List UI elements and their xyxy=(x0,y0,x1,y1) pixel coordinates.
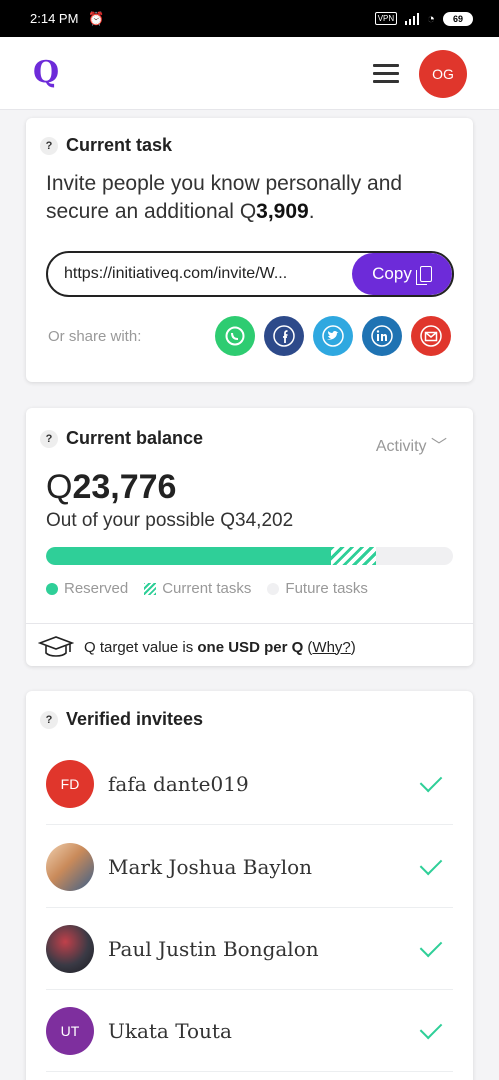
verified-invitees-heading: ? Verified invitees xyxy=(40,709,203,730)
legend-reserved: Reserved xyxy=(46,580,128,597)
invitee-row[interactable]: Paul Justin Bongalon xyxy=(46,908,453,990)
reserved-fill xyxy=(46,547,331,565)
status-bar: 2:14 PM ⏰ VPN ◔ 69 xyxy=(0,0,499,37)
legend-current-tasks: Current tasks xyxy=(144,580,251,597)
menu-icon[interactable] xyxy=(373,64,399,84)
invitee-avatar xyxy=(46,842,94,891)
battery-icon: 69 xyxy=(443,11,473,26)
verified-invitees-card: ? Verified invitees FD fafa dante019 Mar… xyxy=(26,691,473,1080)
current-balance-card: ? Current balance Activity ﹀ Q23,776 Out… xyxy=(26,408,473,666)
invite-link-field[interactable]: https://initiativeq.com/invite/W... Copy xyxy=(46,251,454,297)
check-icon xyxy=(419,769,443,792)
invitee-name: fafa dante019 xyxy=(108,771,249,796)
vpn-icon: VPN xyxy=(374,12,398,25)
current-task-heading: ? Current task xyxy=(40,135,172,156)
invitee-avatar: UT xyxy=(46,1006,94,1055)
progress-legend: Reserved Current tasks Future tasks xyxy=(46,580,368,597)
current-balance-title: Current balance xyxy=(66,428,204,448)
help-icon[interactable]: ? xyxy=(40,136,58,155)
task-amount: 3,909 xyxy=(256,200,309,223)
legend-future-tasks: Future tasks xyxy=(267,580,368,597)
invitee-row[interactable]: Mark Joshua Baylon xyxy=(46,826,453,908)
copy-button[interactable]: Copy xyxy=(352,253,452,295)
why-link[interactable]: Why? xyxy=(312,639,350,656)
app-header: Q OG xyxy=(0,37,499,110)
task-description: Invite people you know personally and se… xyxy=(46,172,403,223)
check-icon xyxy=(419,1016,443,1039)
help-icon[interactable]: ? xyxy=(40,429,58,448)
invitee-row[interactable]: FD fafa dante019 xyxy=(46,743,453,825)
current-tasks-fill xyxy=(331,547,376,565)
possible-balance: Out of your possible Q34,202 xyxy=(46,510,294,531)
current-task-card: ? Current task Invite people you know pe… xyxy=(26,118,473,382)
email-icon[interactable] xyxy=(411,316,451,356)
check-icon xyxy=(419,934,443,957)
balance-amount: Q23,776 xyxy=(46,468,177,506)
invite-url[interactable]: https://initiativeq.com/invite/W... xyxy=(64,265,287,283)
current-balance-heading: ? Current balance xyxy=(40,428,203,449)
check-icon xyxy=(419,852,443,875)
twitter-icon[interactable] xyxy=(313,316,353,356)
share-buttons xyxy=(215,316,451,356)
clock: 2:14 PM xyxy=(30,11,79,26)
signal-icon xyxy=(405,12,420,25)
invitee-name: Ukata Touta xyxy=(108,1018,232,1043)
balance-progress-bar xyxy=(46,547,453,565)
app-logo[interactable]: Q xyxy=(33,57,65,89)
whatsapp-icon[interactable] xyxy=(215,316,255,356)
invitee-avatar xyxy=(46,924,94,973)
share-label: Or share with: xyxy=(48,328,142,345)
invitee-name: Paul Justin Bongalon xyxy=(108,936,319,961)
activity-dropdown[interactable]: Activity ﹀ xyxy=(376,432,447,456)
linkedin-icon[interactable] xyxy=(362,316,402,356)
graduation-cap-icon xyxy=(38,636,74,657)
invitee-avatar: FD xyxy=(46,759,94,808)
verified-invitees-title: Verified invitees xyxy=(66,709,204,729)
invitee-name: Mark Joshua Baylon xyxy=(108,854,313,879)
wifi-icon: ◔ xyxy=(427,11,435,26)
user-avatar[interactable]: OG xyxy=(419,50,467,98)
invitee-row[interactable]: UT Ukata Touta xyxy=(46,990,453,1072)
current-task-title: Current task xyxy=(66,135,173,155)
copy-icon xyxy=(415,266,432,285)
help-icon[interactable]: ? xyxy=(40,710,58,729)
target-value-note: Q target value is one USD per Q (Why?) xyxy=(38,634,356,660)
divider xyxy=(26,623,473,624)
facebook-icon[interactable] xyxy=(264,316,304,356)
alarm-icon: ⏰ xyxy=(88,10,105,26)
